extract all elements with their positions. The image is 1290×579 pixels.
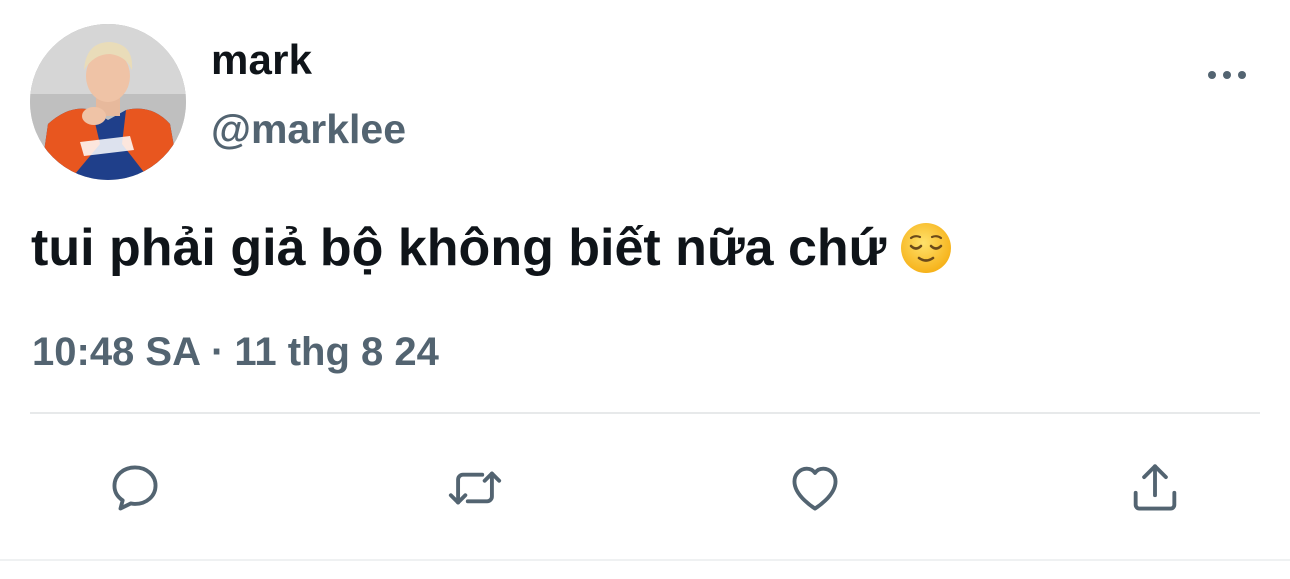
bottom-divider [0,559,1290,561]
avatar-image [30,24,186,180]
reply-icon [112,465,158,511]
share-button[interactable] [1125,458,1185,518]
like-button[interactable] [785,458,845,518]
heart-icon [792,466,838,511]
tweet-timestamp[interactable]: 10:48 SA · 11 thg 8 24 [32,330,439,375]
avatar[interactable] [30,24,186,180]
meta-separator: · [210,330,225,374]
tweet-text: tui phải giả bộ không biết nữa chứ [31,218,952,278]
relieved-face-emoji-icon [901,223,952,273]
tweet-body: tui phải giả bộ không biết nữa chứ [31,219,887,277]
share-icon [1133,464,1177,511]
tweet-card: mark @marklee tui phải giả bộ không biết… [0,0,1290,579]
reply-button[interactable] [105,458,165,518]
retweet-icon [448,471,502,505]
divider [30,412,1260,414]
retweet-button[interactable] [445,458,505,518]
more-options-button[interactable] [1204,58,1250,92]
tweet-time: 10:48 SA [32,330,201,374]
display-name[interactable]: mark [211,36,312,84]
more-horizontal-icon [1208,71,1246,79]
tweet-date: 11 thg 8 24 [234,330,439,374]
user-handle[interactable]: @marklee [211,106,406,153]
